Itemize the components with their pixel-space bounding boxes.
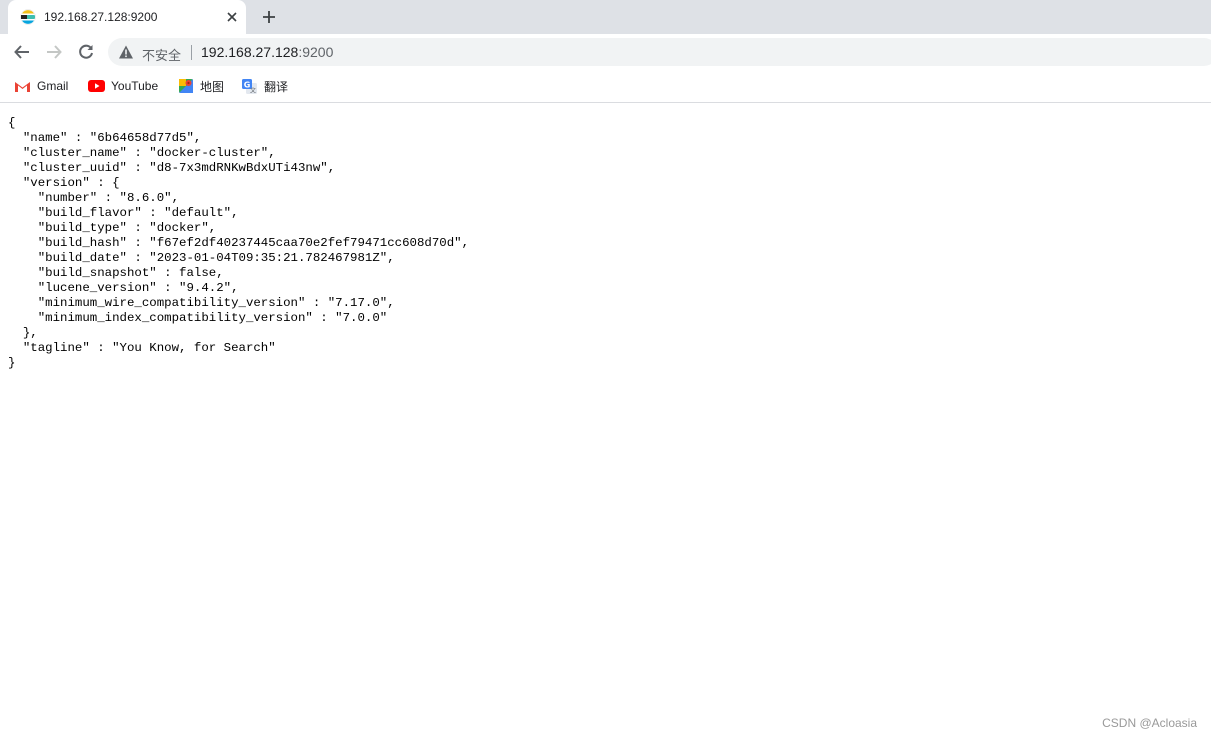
close-tab-icon[interactable] <box>224 9 240 25</box>
browser-tab[interactable]: 192.168.27.128:9200 <box>8 0 246 34</box>
omnibox-divider <box>191 45 192 60</box>
json-line: "build_snapshot" : false, <box>8 266 224 280</box>
json-line: "tagline" : "You Know, for Search" <box>8 341 276 355</box>
json-line: "number" : "8.6.0", <box>8 191 180 205</box>
bookmark-gmail[interactable]: Gmail <box>14 77 68 95</box>
url-port: :9200 <box>298 44 334 60</box>
url-text[interactable]: 192.168.27.128:9200 <box>201 44 333 60</box>
json-line: "minimum_index_compatibility_version" : … <box>8 311 388 325</box>
bookmarks-bar: Gmail YouTube 地图 G 文 翻译 <box>0 70 1211 103</box>
maps-icon <box>179 79 193 93</box>
translate-icon: G 文 <box>242 78 257 94</box>
warning-icon[interactable] <box>118 44 134 60</box>
bookmark-label: 翻译 <box>264 79 289 94</box>
json-line: } <box>8 356 16 370</box>
json-line: "build_flavor" : "default", <box>8 206 239 220</box>
forward-arrow-icon[interactable] <box>42 40 66 64</box>
gmail-icon <box>14 79 31 93</box>
watermark: CSDN @Acloasia <box>1102 716 1197 730</box>
bookmark-youtube[interactable]: YouTube <box>88 77 158 95</box>
json-line: "lucene_version" : "9.4.2", <box>8 281 239 295</box>
json-line: "build_hash" : "f67ef2df40237445caa70e2f… <box>8 236 470 250</box>
bookmark-translate[interactable]: G 文 翻译 <box>241 77 288 95</box>
tab-strip: 192.168.27.128:9200 <box>0 0 1211 34</box>
bookmark-maps[interactable]: 地图 <box>178 77 224 95</box>
tab-title: 192.168.27.128:9200 <box>44 10 158 24</box>
bookmark-label: YouTube <box>111 79 159 93</box>
new-tab-icon[interactable] <box>258 7 280 27</box>
address-bar[interactable]: 不安全 192.168.27.128:9200 <box>108 38 1211 66</box>
url-host: 192.168.27.128 <box>201 44 299 60</box>
back-arrow-icon[interactable] <box>10 40 34 64</box>
json-line: "name" : "6b64658d77d5", <box>8 131 202 145</box>
reload-icon[interactable] <box>74 40 98 64</box>
youtube-icon <box>88 80 105 92</box>
svg-text:文: 文 <box>250 86 256 94</box>
json-response: { "name" : "6b64658d77d5", "cluster_name… <box>8 116 469 371</box>
bookmark-label: 地图 <box>200 79 225 94</box>
elasticsearch-favicon-icon <box>20 9 36 25</box>
json-line: "cluster_uuid" : "d8-7x3mdRNKwBdxUTi43nw… <box>8 161 336 175</box>
json-line: "build_type" : "docker", <box>8 221 217 235</box>
json-line: "build_date" : "2023-01-04T09:35:21.7824… <box>8 251 395 265</box>
json-line: "minimum_wire_compatibility_version" : "… <box>8 296 395 310</box>
json-line: "cluster_name" : "docker-cluster", <box>8 146 276 160</box>
browser-toolbar: 不安全 192.168.27.128:9200 <box>0 34 1211 70</box>
json-line: "version" : { <box>8 176 120 190</box>
not-secure-label[interactable]: 不安全 <box>142 45 181 64</box>
json-line: }, <box>8 326 38 340</box>
bookmark-label: Gmail <box>37 79 69 93</box>
json-line: { <box>8 116 16 130</box>
